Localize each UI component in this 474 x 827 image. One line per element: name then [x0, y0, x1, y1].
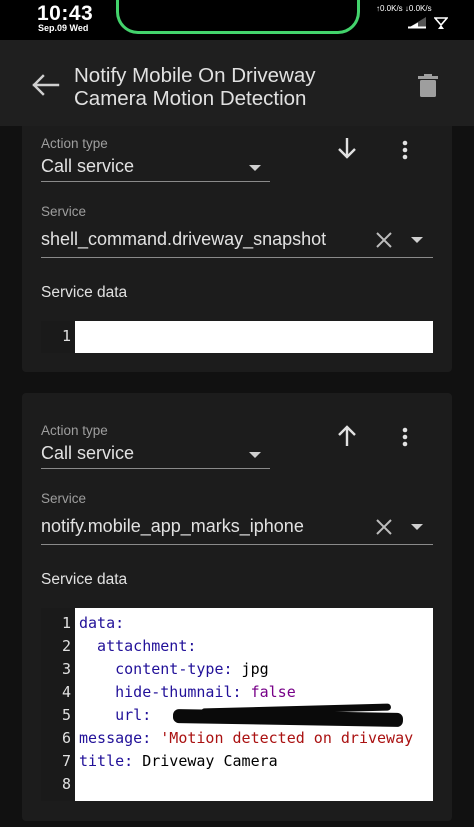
code-line: hide-thumnail: false: [79, 683, 433, 701]
page-title: Notify Mobile On Driveway Camera Motion …: [74, 64, 316, 110]
close-icon[interactable]: [375, 518, 393, 536]
line-gutter: 1 2 3 4 5 6 7 8: [41, 608, 75, 801]
action-card-1: Action type Call service Service shell_c…: [22, 126, 452, 372]
line-gutter: 1: [41, 321, 75, 353]
network-speed: ↑0.0K/s ↓0.0K/s: [376, 4, 432, 13]
service-data-editor[interactable]: 1: [41, 321, 433, 353]
yaml-key: data:: [79, 614, 125, 632]
yaml-key: attachment:: [79, 637, 197, 655]
code-line: title: Driveway Camera: [79, 752, 433, 770]
caret-down-icon: [411, 524, 423, 530]
action-type-select[interactable]: Call service: [41, 439, 270, 469]
service-select[interactable]: shell_command.driveway_snapshot: [41, 222, 433, 258]
service-data-label: Service data: [41, 284, 128, 301]
yaml-key: title:: [79, 752, 134, 770]
more-vertical-icon[interactable]: [402, 427, 408, 447]
close-icon[interactable]: [375, 231, 393, 249]
line-number: 4: [61, 683, 71, 701]
code-line: content-type: jpg: [79, 660, 433, 678]
yaml-value: Driveway Camera: [133, 752, 278, 770]
action-type-value: Call service: [41, 443, 135, 463]
code-line: message: 'Motion detected on driveway: [79, 729, 433, 747]
yaml-key: message:: [79, 729, 152, 747]
caret-down-icon: [249, 452, 261, 458]
service-data-editor[interactable]: 1 2 3 4 5 6 7 8 data: attachment: conten…: [41, 608, 433, 801]
service-value: notify.mobile_app_marks_iphone: [41, 516, 304, 536]
line-number: 8: [61, 775, 71, 793]
service-label: Service: [41, 204, 87, 219]
yaml-value: jpg: [232, 660, 269, 678]
action-type-select[interactable]: Call service: [41, 152, 270, 182]
yaml-key: hide-thumnail:: [79, 683, 242, 701]
yaml-key: url:: [79, 706, 152, 724]
service-value: shell_command.driveway_snapshot: [41, 229, 327, 249]
action-card-2: Action type Call service Service notify.…: [22, 393, 452, 821]
signal-icon: [408, 17, 426, 29]
line-number: 6: [61, 729, 71, 747]
camera-notch: [116, 0, 360, 34]
line-number: 3: [61, 660, 71, 678]
yaml-string: 'Motion detected on driveway: [151, 729, 414, 747]
line-number: 1: [61, 327, 71, 345]
code-line: attachment:: [79, 637, 433, 655]
wifi-icon: [434, 17, 448, 29]
arrow-down-icon[interactable]: [336, 136, 358, 160]
line-number: 1: [61, 614, 71, 632]
app-bar: Notify Mobile On Driveway Camera Motion …: [0, 40, 474, 126]
service-select[interactable]: notify.mobile_app_marks_iphone: [41, 509, 433, 545]
arrow-left-icon[interactable]: [30, 74, 60, 96]
service-label: Service: [41, 491, 87, 506]
caret-down-icon: [249, 165, 261, 171]
line-number: 2: [61, 637, 71, 655]
service-data-label: Service data: [41, 571, 128, 588]
yaml-value: false: [241, 683, 296, 701]
more-vertical-icon[interactable]: [402, 140, 408, 160]
trash-icon[interactable]: [417, 74, 439, 98]
action-type-label: Action type: [41, 136, 108, 151]
line-number: 7: [61, 752, 71, 770]
code-line: data:: [79, 614, 433, 632]
line-number: 5: [61, 706, 71, 724]
status-bar: 10:43 Sep.09 Wed ↑0.0K/s ↓0.0K/s: [0, 0, 474, 40]
arrow-up-icon[interactable]: [336, 424, 358, 448]
caret-down-icon: [411, 237, 423, 243]
action-type-label: Action type: [41, 423, 108, 438]
yaml-key: content-type:: [79, 660, 233, 678]
status-date: Sep.09 Wed: [38, 23, 89, 33]
action-type-value: Call service: [41, 156, 135, 176]
